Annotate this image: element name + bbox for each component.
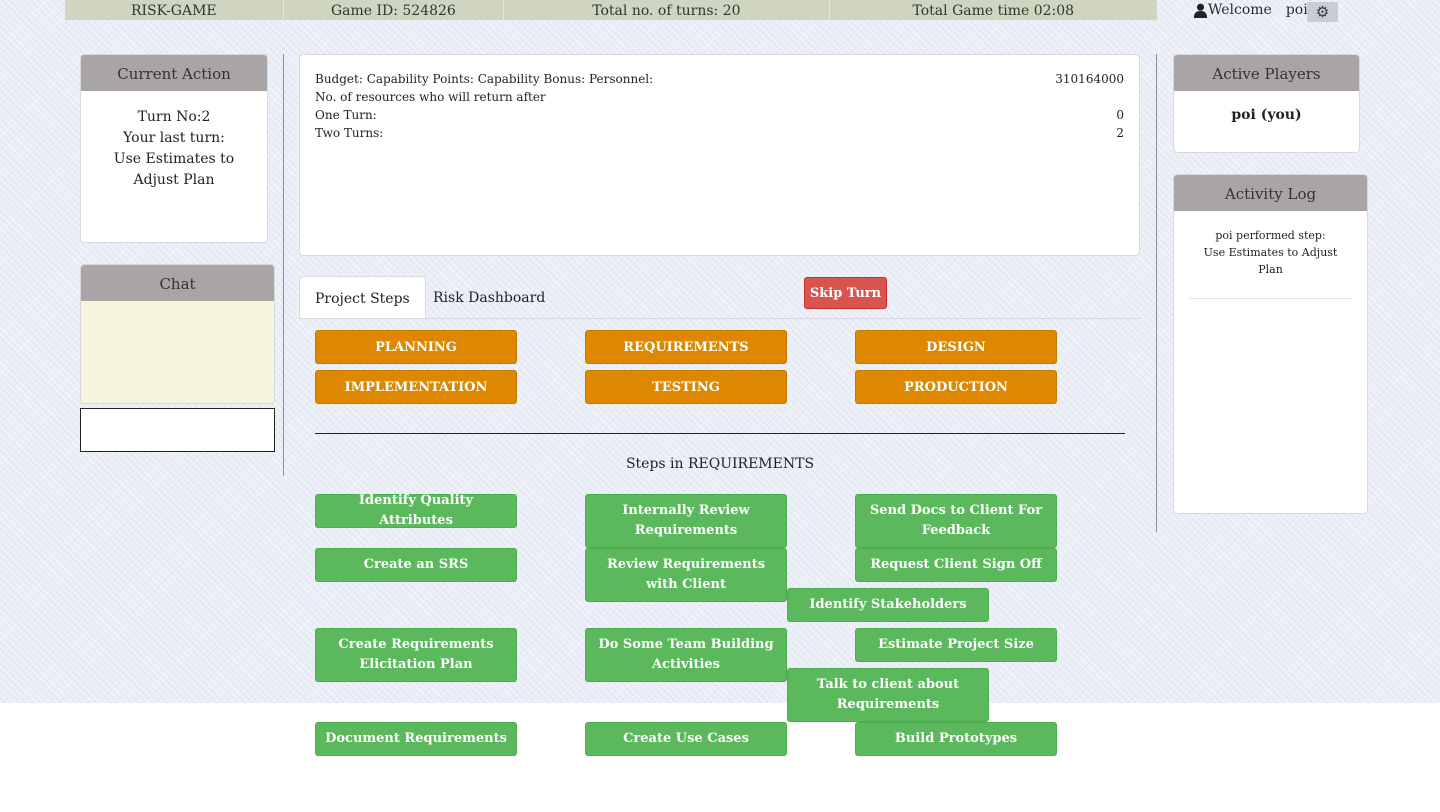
- budget-info-panel: Budget: Capability Points: Capability Bo…: [299, 54, 1140, 256]
- chat-title: Chat: [81, 265, 274, 301]
- step-button[interactable]: Create Use Cases: [585, 722, 787, 756]
- step-button[interactable]: Identify Quality Attributes: [315, 493, 517, 528]
- step-button[interactable]: Request Client Sign Off: [855, 548, 1057, 582]
- last-turn-label: Your last turn:: [123, 130, 225, 146]
- one-turn-label: One Turn:: [315, 108, 377, 122]
- budget-value: 310164000: [1055, 72, 1124, 86]
- phase-design-button[interactable]: DESIGN: [855, 330, 1057, 364]
- turn-number: Turn No:2: [137, 109, 211, 125]
- step-button[interactable]: Send Docs to Client For Feedback: [855, 494, 1057, 548]
- last-turn-value: Use Estimates to Adjust Plan: [113, 151, 235, 188]
- activity-log-title: Activity Log: [1174, 175, 1367, 211]
- chat-messages: [81, 301, 274, 403]
- step-button[interactable]: Document Requirements: [315, 722, 517, 756]
- activity-log-panel: Activity Log poi performed step: Use Est…: [1173, 174, 1368, 514]
- one-turn-value: 0: [1116, 108, 1124, 122]
- active-players-title: Active Players: [1174, 55, 1359, 91]
- active-players-panel: Active Players poi (you): [1173, 54, 1360, 153]
- welcome-text: Welcome: [1208, 2, 1272, 18]
- app-name: RISK-GAME: [65, 0, 284, 20]
- phase-implementation-button[interactable]: IMPLEMENTATION: [315, 370, 517, 404]
- game-id: Game ID: 524826: [284, 0, 505, 20]
- phase-production-button[interactable]: PRODUCTION: [855, 370, 1057, 404]
- step-button[interactable]: Review Requirements with Client: [585, 548, 787, 602]
- steps-title: Steps in REQUIREMENTS: [625, 456, 815, 472]
- total-turns: Total no. of turns: 20: [504, 0, 830, 20]
- user-icon: [1193, 3, 1208, 18]
- gear-icon: ⚙: [1315, 3, 1330, 21]
- resources-label: No. of resources who will return after: [315, 90, 546, 104]
- chat-input[interactable]: [80, 408, 275, 452]
- skip-turn-button[interactable]: Skip Turn: [804, 277, 887, 309]
- step-button[interactable]: Create Requirements Elicitation Plan: [315, 628, 517, 682]
- step-button[interactable]: Build Prototypes: [855, 722, 1057, 756]
- step-button[interactable]: Identify Stakeholders: [787, 588, 989, 622]
- phase-planning-button[interactable]: PLANNING: [315, 330, 517, 364]
- step-button[interactable]: Create an SRS: [315, 548, 517, 582]
- settings-button[interactable]: ⚙: [1307, 2, 1338, 22]
- top-bar: RISK-GAME Game ID: 524826 Total no. of t…: [65, 0, 1157, 20]
- section-divider: [315, 433, 1125, 434]
- two-turns-value: 2: [1116, 126, 1124, 140]
- tab-underline: [299, 318, 1140, 319]
- player-name: poi (you): [1231, 107, 1302, 123]
- step-button[interactable]: Estimate Project Size: [855, 628, 1057, 662]
- current-action-title: Current Action: [81, 55, 267, 91]
- tab-risk-dashboard[interactable]: Risk Dashboard: [418, 276, 560, 318]
- two-turns-label: Two Turns:: [315, 126, 384, 140]
- welcome-area: Welcome poi!: [1193, 2, 1313, 18]
- tab-project-steps[interactable]: Project Steps: [299, 276, 426, 319]
- step-button[interactable]: Internally Review Requirements: [585, 494, 787, 548]
- step-button[interactable]: Do Some Team Building Activities: [585, 628, 787, 682]
- right-divider: [1156, 54, 1157, 532]
- budget-label: Budget: Capability Points: Capability Bo…: [315, 72, 654, 86]
- phase-requirements-button[interactable]: REQUIREMENTS: [585, 330, 787, 364]
- left-divider: [283, 54, 284, 476]
- current-action-panel: Current Action Turn No:2 Your last turn:…: [80, 54, 268, 243]
- chat-panel: Chat: [80, 264, 275, 404]
- total-game-time: Total Game time 02:08: [912, 3, 1075, 19]
- step-button[interactable]: Talk to client about Requirements: [787, 668, 989, 722]
- phase-testing-button[interactable]: TESTING: [585, 370, 787, 404]
- activity-log-entry: poi performed step: Use Estimates to Adj…: [1189, 227, 1352, 299]
